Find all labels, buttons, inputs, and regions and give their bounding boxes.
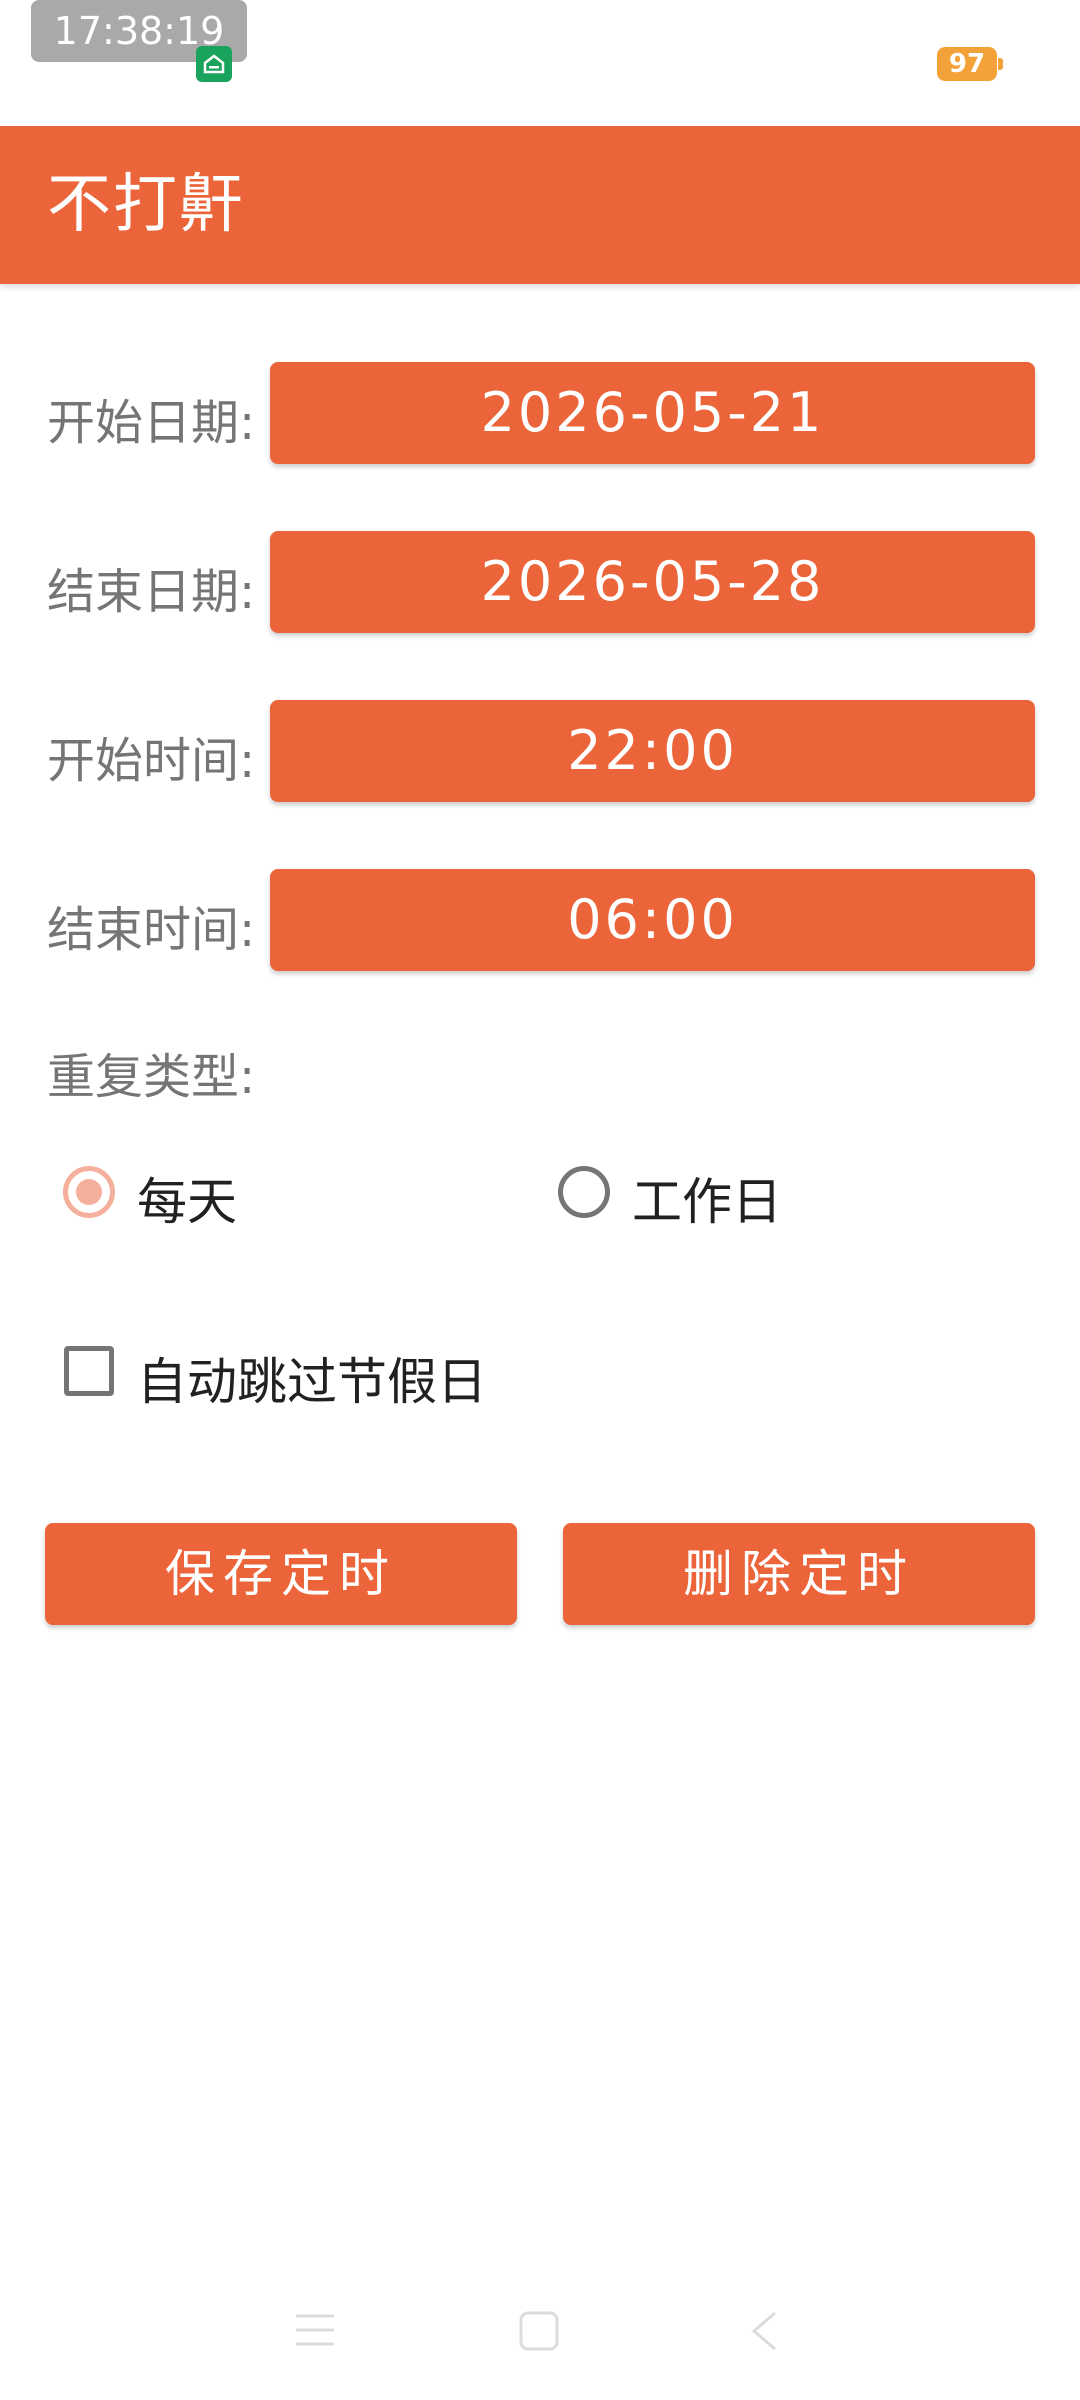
app-bar: 不打鼾 <box>0 126 1080 284</box>
battery-icon: 97 <box>937 47 1003 81</box>
start-time-button[interactable]: 22:00 <box>270 700 1035 802</box>
end-time-button[interactable]: 06:00 <box>270 869 1035 971</box>
app-title: 不打鼾 <box>47 168 245 242</box>
end-date-button[interactable]: 2026-05-28 <box>270 531 1035 633</box>
radio-unchecked-icon[interactable] <box>558 1166 610 1218</box>
start-time-label: 开始时间: <box>47 733 256 789</box>
home-app-icon <box>196 46 232 82</box>
start-date-label: 开始日期: <box>47 395 256 451</box>
home-icon[interactable] <box>518 2310 560 2352</box>
save-schedule-button[interactable]: 保存定时 <box>45 1523 517 1625</box>
back-icon[interactable] <box>749 2310 779 2352</box>
start-date-button[interactable]: 2026-05-21 <box>270 362 1035 464</box>
repeat-type-label: 重复类型: <box>47 1049 256 1105</box>
skip-holidays-label: 自动跳过节假日 <box>137 1353 487 1411</box>
repeat-option-label: 工作日 <box>632 1173 782 1231</box>
delete-schedule-button[interactable]: 删除定时 <box>563 1523 1035 1625</box>
checkbox-unchecked-icon[interactable] <box>64 1346 114 1396</box>
end-date-label: 结束日期: <box>47 564 256 620</box>
radio-checked-icon[interactable] <box>63 1166 115 1218</box>
status-bar: 17:38:19 97 <box>0 0 1080 126</box>
repeat-option-label: 每天 <box>137 1173 237 1231</box>
end-time-label: 结束时间: <box>47 902 256 958</box>
menu-icon[interactable] <box>294 2312 336 2348</box>
